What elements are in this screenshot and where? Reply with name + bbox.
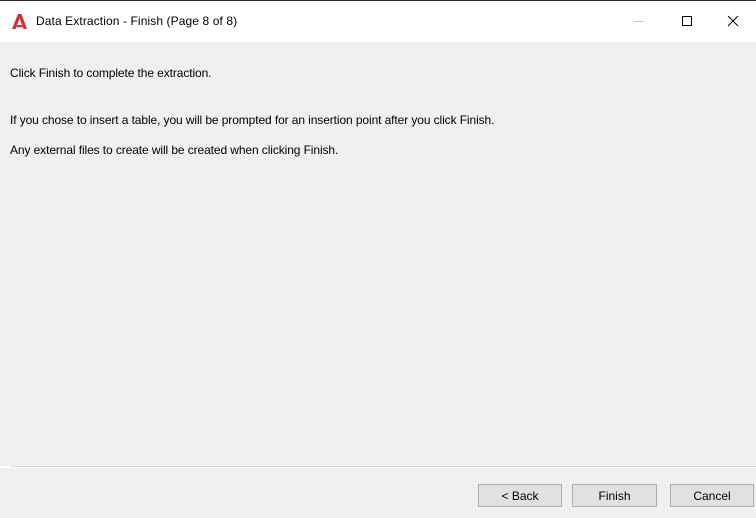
instruction-text: Click Finish to complete the extraction. [10,66,212,80]
dialog-footer: < Back Finish Cancel [0,468,756,518]
minimize-icon [634,21,644,22]
title-bar[interactable]: Data Extraction - Finish (Page 8 of 8) [0,1,756,41]
maximize-icon [682,16,692,26]
cancel-button[interactable]: Cancel [670,484,754,507]
dialog-content: Click Finish to complete the extraction.… [0,42,756,466]
close-button[interactable] [710,2,756,40]
close-icon [727,15,739,27]
maximize-button[interactable] [664,2,710,40]
table-insertion-note: If you chose to insert a table, you will… [10,113,495,127]
minimize-button[interactable] [616,2,662,40]
external-files-note: Any external files to create will be cre… [10,143,339,157]
back-button[interactable]: < Back [478,484,562,507]
window-title: Data Extraction - Finish (Page 8 of 8) [36,14,238,28]
data-extraction-dialog: Data Extraction - Finish (Page 8 of 8) C… [0,0,756,518]
finish-button[interactable]: Finish [572,484,657,507]
autocad-a-icon [12,14,27,29]
